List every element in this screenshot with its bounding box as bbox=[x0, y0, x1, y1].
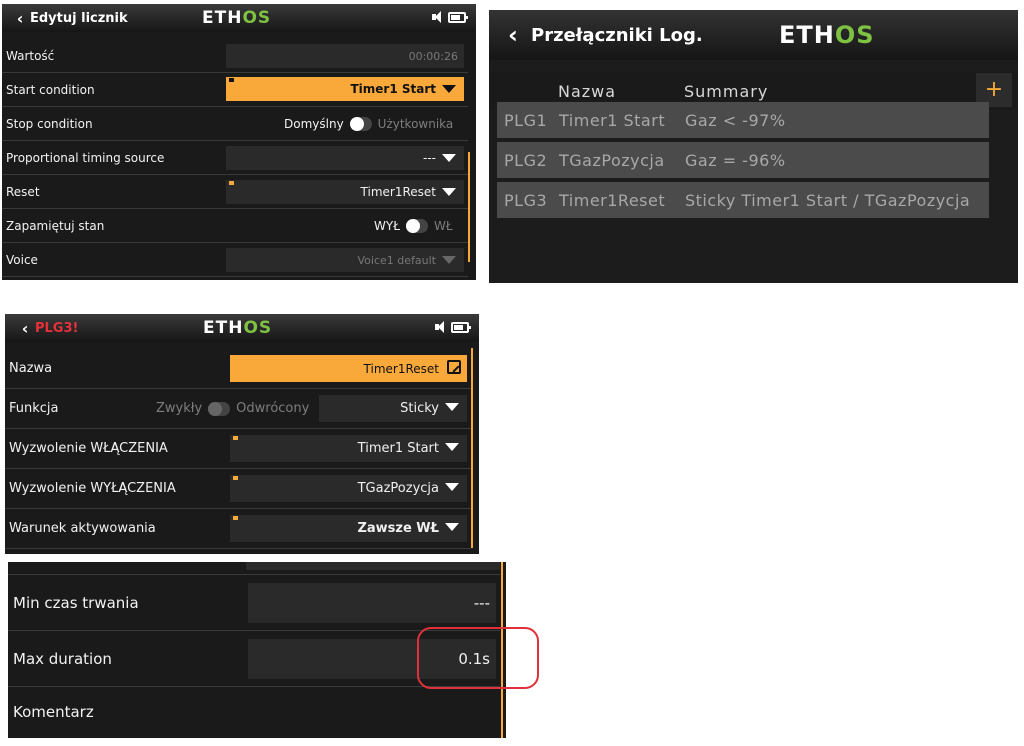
row-stop-condition: Stop condition Domyślny Użytkownika bbox=[2, 107, 468, 141]
chevron-down-icon bbox=[442, 154, 456, 162]
scrollbar[interactable] bbox=[471, 348, 473, 548]
toggle-switch[interactable] bbox=[208, 401, 231, 416]
row-name: Timer1Reset bbox=[559, 190, 666, 210]
battery-icon bbox=[448, 12, 468, 23]
logic-switch-edit-panel: ‹ PLG3! ETHOS Nazwa Timer1Reset Funkcja … bbox=[5, 314, 479, 554]
column-header-summary: Summary bbox=[684, 81, 769, 101]
speaker-icon bbox=[432, 11, 442, 23]
chevron-down-icon bbox=[442, 188, 456, 196]
row-function: Funkcja Zwykły Odwrócony Sticky bbox=[5, 389, 471, 429]
start-condition-dropdown[interactable]: Timer1 Start bbox=[226, 77, 464, 101]
ethos-logo: ETHOS bbox=[203, 318, 273, 338]
voice-label: Voice bbox=[6, 252, 38, 267]
row-value: Wartość 00:00:26 bbox=[2, 39, 468, 73]
function-dropdown[interactable]: Sticky bbox=[319, 395, 467, 422]
chevron-down-icon bbox=[445, 483, 459, 491]
battery-icon bbox=[451, 322, 471, 333]
function-label: Funkcja bbox=[9, 401, 59, 416]
row-name: TGazPozycja bbox=[559, 150, 665, 170]
back-icon[interactable]: ‹ bbox=[15, 319, 35, 338]
trigger-off-dropdown[interactable]: TGazPozycja bbox=[230, 475, 467, 502]
ethos-logo: ETHOS bbox=[779, 21, 875, 49]
row-trigger-off: Wyzwolenie WYŁĄCZENIA TGazPozycja bbox=[5, 469, 471, 509]
chevron-down-icon bbox=[445, 403, 459, 411]
column-header-name: Nazwa bbox=[558, 81, 617, 101]
row-name: Timer1 Start bbox=[559, 110, 666, 130]
chevron-down-icon bbox=[442, 256, 456, 264]
speaker-icon bbox=[435, 321, 445, 333]
trigger-on-label: Wyzwolenie WŁĄCZENIA bbox=[9, 441, 168, 456]
proportional-source-label: Proportional timing source bbox=[6, 150, 165, 165]
ethos-logo: ETHOS bbox=[202, 8, 272, 28]
row-min-duration: Min czas trwania --- bbox=[8, 575, 500, 631]
chevron-down-icon bbox=[442, 85, 456, 93]
name-input[interactable]: Timer1Reset bbox=[230, 355, 467, 382]
value-label: Wartość bbox=[6, 48, 55, 63]
title-bar: ‹ PLG3! ETHOS bbox=[5, 314, 479, 342]
row-active-condition: Warunek aktywowania Zawsze WŁ bbox=[5, 509, 471, 549]
scrollbar[interactable] bbox=[468, 152, 470, 262]
toggle-switch[interactable] bbox=[349, 117, 372, 131]
row-reset: Reset Timer1Reset bbox=[2, 175, 468, 209]
chevron-down-icon bbox=[445, 443, 459, 451]
row-proportional-source: Proportional timing source --- bbox=[2, 141, 468, 175]
row-id: PLG2 bbox=[504, 150, 548, 170]
row-persistent: Zapamiętuj stan WYŁ WŁ bbox=[2, 209, 468, 243]
row-id: PLG3 bbox=[504, 190, 548, 210]
table-row[interactable]: PLG1 Timer1 Start Gaz < -97% bbox=[497, 102, 989, 138]
row-voice: Voice Voice1 default bbox=[2, 243, 468, 277]
row-id: PLG1 bbox=[504, 110, 548, 130]
title-bar: ‹ Edytuj licznik ETHOS bbox=[2, 4, 476, 32]
row-summary: Sticky Timer1 Start / TGazPozycja bbox=[685, 190, 971, 210]
stop-condition-label: Stop condition bbox=[6, 116, 93, 131]
trigger-off-label: Wyzwolenie WYŁĄCZENIA bbox=[9, 481, 176, 496]
table-row[interactable]: PLG3 Timer1Reset Sticky Timer1 Start / T… bbox=[497, 182, 989, 218]
active-condition-dropdown[interactable]: Zawsze WŁ bbox=[230, 515, 467, 542]
persistent-label: Zapamiętuj stan bbox=[6, 218, 105, 233]
highlight-annotation bbox=[417, 627, 539, 689]
name-label: Nazwa bbox=[9, 361, 53, 376]
row-summary: Gaz < -97% bbox=[685, 110, 786, 130]
chevron-down-icon bbox=[445, 523, 459, 531]
value-field: 00:00:26 bbox=[226, 44, 464, 68]
row-comment: Komentarz bbox=[8, 687, 500, 737]
reset-dropdown[interactable]: Timer1Reset bbox=[226, 180, 464, 204]
trigger-on-dropdown[interactable]: Timer1 Start bbox=[230, 435, 467, 462]
reset-label: Reset bbox=[6, 184, 40, 199]
page-title: Edytuj licznik bbox=[30, 10, 128, 26]
row-start-condition: Start condition Timer1 Start bbox=[2, 73, 468, 107]
back-icon[interactable]: ‹ bbox=[10, 9, 30, 28]
min-duration-label: Min czas trwania bbox=[13, 593, 139, 612]
timer-edit-panel: ‹ Edytuj licznik ETHOS Wartość 00:00:26 … bbox=[2, 4, 476, 280]
page-title: PLG3! bbox=[35, 320, 79, 336]
start-condition-label: Start condition bbox=[6, 82, 95, 97]
active-condition-label: Warunek aktywowania bbox=[9, 521, 156, 536]
voice-dropdown[interactable]: Voice1 default bbox=[226, 248, 464, 272]
row-trigger-on: Wyzwolenie WŁĄCZENIA Timer1 Start bbox=[5, 429, 471, 469]
max-duration-label: Max duration bbox=[13, 649, 112, 668]
stop-condition-toggle[interactable]: Domyślny Użytkownika bbox=[284, 117, 453, 131]
persistent-toggle[interactable]: WYŁ WŁ bbox=[374, 219, 453, 233]
row-name: Nazwa Timer1Reset bbox=[5, 349, 471, 389]
proportional-source-dropdown[interactable]: --- bbox=[226, 146, 464, 170]
min-duration-field[interactable]: --- bbox=[248, 583, 496, 623]
page-title: Przełączniki Log. bbox=[531, 24, 703, 46]
row-summary: Gaz = -96% bbox=[685, 150, 786, 170]
edit-icon bbox=[447, 360, 461, 374]
back-icon[interactable]: ‹ bbox=[503, 21, 523, 49]
comment-label: Komentarz bbox=[13, 703, 94, 721]
function-inversion-toggle[interactable]: Zwykły Odwrócony bbox=[156, 401, 309, 416]
toggle-switch[interactable] bbox=[405, 219, 428, 233]
table-row[interactable]: PLG2 TGazPozycja Gaz = -96% bbox=[497, 142, 989, 178]
logic-switches-panel: ‹ Przełączniki Log. ETHOS Nazwa Summary … bbox=[489, 10, 1018, 283]
title-bar: ‹ Przełączniki Log. ETHOS bbox=[489, 10, 1018, 60]
top-field-fragment bbox=[246, 562, 500, 570]
